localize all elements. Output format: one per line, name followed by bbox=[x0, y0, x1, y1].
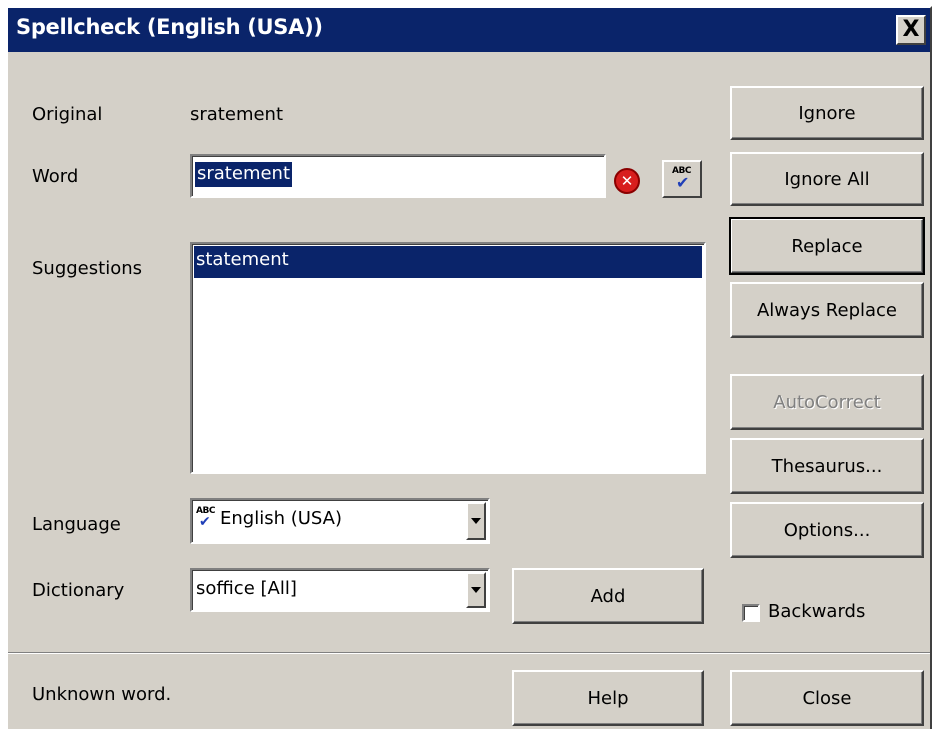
add-button[interactable]: Add bbox=[512, 568, 704, 624]
title-bar[interactable]: Spellcheck (English (USA)) X bbox=[8, 8, 930, 52]
ignore-all-button[interactable]: Ignore All bbox=[730, 152, 924, 206]
close-icon: X bbox=[902, 17, 920, 42]
chevron-down-icon[interactable] bbox=[466, 502, 486, 540]
original-value: sratement bbox=[190, 104, 284, 125]
language-select[interactable]: ABC ✔ English (USA) bbox=[190, 498, 490, 544]
backwards-label[interactable]: Backwards bbox=[768, 601, 865, 622]
suggestions-list[interactable]: statement bbox=[190, 242, 706, 474]
language-label: Language bbox=[32, 514, 121, 535]
dictionary-select[interactable]: soffice [All] bbox=[190, 568, 490, 612]
suggestion-item[interactable]: statement bbox=[194, 246, 702, 278]
language-select-value: English (USA) bbox=[220, 508, 343, 529]
divider bbox=[8, 652, 930, 654]
original-label: Original bbox=[32, 104, 103, 125]
close-button[interactable]: Close bbox=[730, 670, 924, 726]
close-window-button[interactable]: X bbox=[896, 15, 926, 45]
word-label: Word bbox=[32, 166, 79, 187]
suggestions-label: Suggestions bbox=[32, 258, 142, 279]
options-button[interactable]: Options... bbox=[730, 502, 924, 558]
spellcheck-abc-button[interactable]: ABC ✔ bbox=[662, 160, 702, 198]
help-button[interactable]: Help bbox=[512, 670, 704, 726]
dictionary-select-value: soffice [All] bbox=[196, 578, 297, 599]
window-title: Spellcheck (English (USA)) bbox=[16, 15, 323, 39]
error-x-icon: ✕ bbox=[614, 168, 640, 194]
backwards-checkbox[interactable] bbox=[742, 604, 760, 622]
autocorrect-button[interactable]: AutoCorrect bbox=[730, 374, 924, 430]
word-input-value: sratement bbox=[195, 162, 293, 187]
spellcheck-dialog: Spellcheck (English (USA)) X Original sr… bbox=[6, 6, 932, 729]
always-replace-button[interactable]: Always Replace bbox=[730, 282, 924, 338]
thesaurus-button[interactable]: Thesaurus... bbox=[730, 438, 924, 494]
dictionary-label: Dictionary bbox=[32, 580, 125, 601]
ignore-button[interactable]: Ignore bbox=[730, 86, 924, 140]
chevron-down-icon[interactable] bbox=[466, 572, 486, 608]
word-input[interactable]: sratement bbox=[190, 154, 606, 198]
status-text: Unknown word. bbox=[32, 684, 172, 705]
replace-button[interactable]: Replace bbox=[730, 218, 924, 274]
